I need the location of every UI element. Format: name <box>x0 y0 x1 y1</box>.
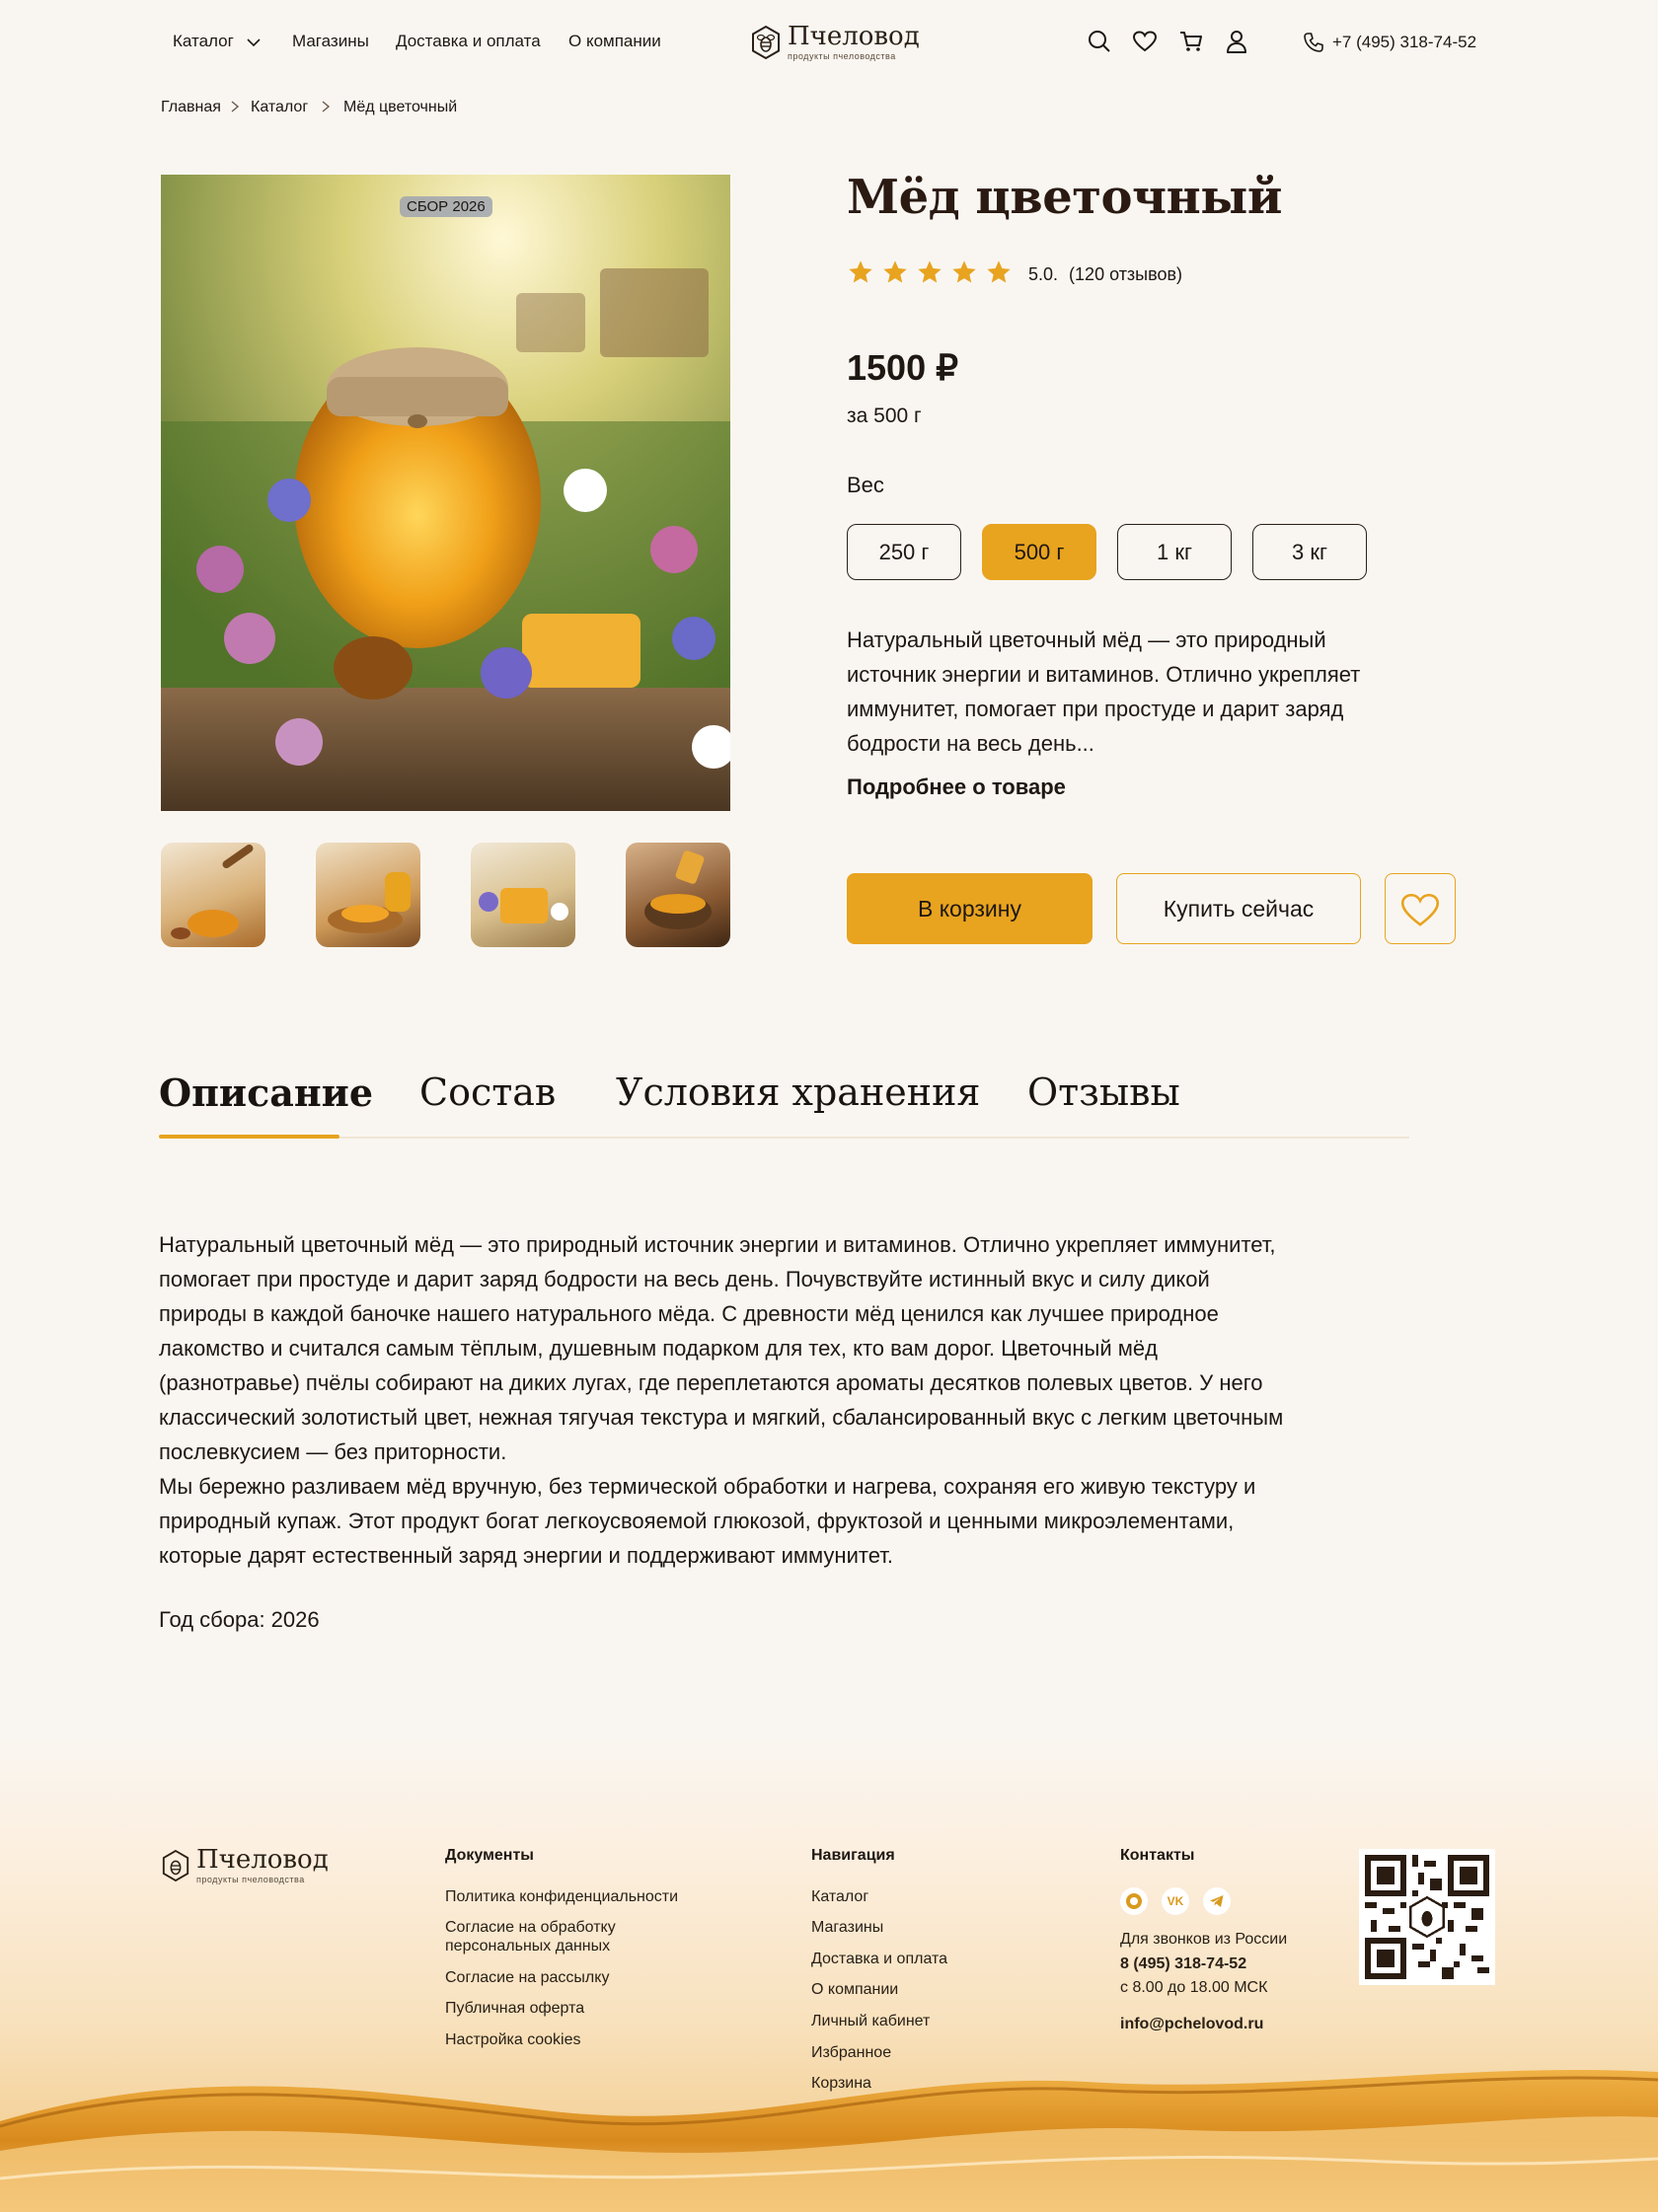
rating-value: 5.0. <box>1028 264 1059 284</box>
footer-calls-label: Для звонков из России <box>1120 1931 1288 1948</box>
chevron-right-icon <box>231 101 240 112</box>
nav-about[interactable]: О компании <box>568 32 661 51</box>
description-paragraph: Натуральный цветочный мёд — это природны… <box>159 1232 1284 1464</box>
heart-icon <box>1400 893 1440 926</box>
weight-option-1kg[interactable]: 1 кг <box>1117 524 1232 580</box>
honey-barrel-thumbnail <box>644 850 712 929</box>
more-details-link[interactable]: Подробнее о товаре <box>847 774 1066 800</box>
product-title: Мёд цветочный <box>847 170 1282 225</box>
telegram-button[interactable] <box>1203 1887 1231 1915</box>
harvest-badge: СБОР 2026 <box>400 196 492 217</box>
star-icon <box>883 260 907 283</box>
breadcrumb-catalog[interactable]: Каталог <box>251 99 308 116</box>
vk-icon: VK <box>1167 1894 1184 1908</box>
nav-catalog[interactable]: Каталог <box>173 32 261 51</box>
footer-email[interactable]: info@pchelovod.ru <box>1120 2015 1263 2034</box>
footer-link-consent-line2[interactable]: персональных данных <box>445 1937 610 1956</box>
footer-nav-cart[interactable]: Корзина <box>811 2074 871 2094</box>
footer-nav-heading: Навигация <box>811 1847 895 1864</box>
footer-link-offer[interactable]: Публичная оферта <box>445 1999 584 2019</box>
star-icon <box>952 260 976 283</box>
footer-logo[interactable]: Пчеловод продукты пчеловодства <box>161 1847 329 1884</box>
footer-nav-stores[interactable]: Магазины <box>811 1918 883 1938</box>
harvest-year: Год сбора: 2026 <box>159 1607 320 1632</box>
footer-nav-delivery[interactable]: Доставка и оплата <box>811 1950 947 1969</box>
bee-hexagon-icon <box>752 25 780 60</box>
price-unit: за 500 г <box>847 405 922 427</box>
header-phone[interactable]: +7 (495) 318-74-52 <box>1303 32 1476 53</box>
thumbnail-2[interactable] <box>316 843 420 947</box>
honeycomb-thumbnail <box>479 888 568 923</box>
add-to-cart-button[interactable]: В корзину <box>847 873 1093 944</box>
breadcrumb-home[interactable]: Главная <box>161 99 221 116</box>
vk-button[interactable]: VK <box>1162 1887 1189 1915</box>
weight-label: Вес <box>847 473 884 497</box>
footer-link-privacy[interactable]: Политика конфиденциальности <box>445 1887 678 1907</box>
star-icon <box>849 260 872 283</box>
star-icon <box>987 260 1011 283</box>
nav-delivery[interactable]: Доставка и оплата <box>396 32 541 51</box>
buy-now-button[interactable]: Купить сейчас <box>1116 873 1361 944</box>
phone-icon <box>1304 33 1323 52</box>
weight-option-3kg[interactable]: 3 кг <box>1252 524 1367 580</box>
tab-composition[interactable]: Состав <box>419 1070 556 1114</box>
tabs-divider <box>161 1137 1409 1139</box>
active-tab-indicator <box>159 1135 339 1139</box>
footer-nav-account[interactable]: Личный кабинет <box>811 2012 930 2031</box>
footer-contacts-heading: Контакты <box>1120 1847 1195 1864</box>
qr-code <box>1359 1849 1495 1985</box>
footer-logo-name: Пчеловод <box>196 1845 329 1875</box>
footer-link-cookies[interactable]: Настройка cookies <box>445 2030 580 2050</box>
max-messenger-icon <box>1126 1893 1142 1909</box>
star-icon <box>918 260 942 283</box>
weight-option-250g[interactable]: 250 г <box>847 524 961 580</box>
rating-stars <box>847 258 1013 286</box>
product-main-image[interactable] <box>161 175 730 811</box>
tab-reviews[interactable]: Отзывы <box>1027 1070 1180 1114</box>
description-body: Натуральный цветочный мёд — это природны… <box>159 1227 1284 1573</box>
max-messenger-button[interactable] <box>1120 1887 1148 1915</box>
footer-phone[interactable]: 8 (495) 318-74-52 <box>1120 1954 1246 1974</box>
qr-code-icon <box>1365 1855 1489 1979</box>
description-paragraph: Мы бережно разливаем мёд вручную, без те… <box>159 1474 1256 1568</box>
honey-dipper-thumbnail <box>171 844 254 939</box>
product-price: 1500 ₽ <box>847 347 958 388</box>
thumbnail-1[interactable] <box>161 843 265 947</box>
footer-nav-catalog[interactable]: Каталог <box>811 1887 868 1907</box>
heart-icon[interactable] <box>1131 28 1159 55</box>
tab-description[interactable]: Описание <box>159 1070 373 1115</box>
cart-icon[interactable] <box>1177 28 1205 55</box>
logo[interactable]: Пчеловод продукты пчеловодства <box>750 24 920 61</box>
honey-jar-illustration <box>161 175 730 811</box>
honey-plate-thumbnail <box>328 872 411 933</box>
tab-storage[interactable]: Условия хранения <box>616 1070 980 1114</box>
chevron-down-icon <box>246 37 261 46</box>
footer-link-newsletter[interactable]: Согласие на рассылку <box>445 1968 609 1988</box>
footer-nav-about[interactable]: О компании <box>811 1980 898 2000</box>
thumbnail-4[interactable] <box>626 843 730 947</box>
weight-option-500g[interactable]: 500 г <box>982 524 1096 580</box>
logo-tagline: продукты пчеловодства <box>788 51 896 61</box>
add-to-favorites-button[interactable] <box>1385 873 1456 944</box>
footer-link-consent[interactable]: Согласие на обработку <box>445 1918 616 1938</box>
footer-nav-favorites[interactable]: Избранное <box>811 2043 891 2063</box>
footer-logo-tagline: продукты пчеловодства <box>196 1875 305 1884</box>
footer-hours: с 8.00 до 18.00 МСК <box>1120 1979 1268 1996</box>
breadcrumb-current: Мёд цветочный <box>343 99 458 115</box>
nav-stores[interactable]: Магазины <box>292 32 369 51</box>
rating-summary[interactable]: 5.0. (120 отзывов) <box>1028 264 1182 285</box>
telegram-icon <box>1210 1895 1224 1907</box>
short-description: Натуральный цветочный мёд — это природны… <box>847 627 1361 756</box>
reviews-count: (120 отзывов) <box>1069 264 1183 284</box>
search-icon[interactable] <box>1086 28 1113 55</box>
user-icon[interactable] <box>1223 28 1250 55</box>
header-phone-number: +7 (495) 318-74-52 <box>1332 33 1477 51</box>
logo-name: Пчеловод <box>788 22 920 51</box>
nav-catalog-label: Каталог <box>173 32 234 50</box>
footer-docs-heading: Документы <box>445 1847 534 1864</box>
bee-hexagon-icon <box>162 1849 189 1882</box>
thumbnail-3[interactable] <box>471 843 575 947</box>
chevron-right-icon <box>322 101 331 112</box>
